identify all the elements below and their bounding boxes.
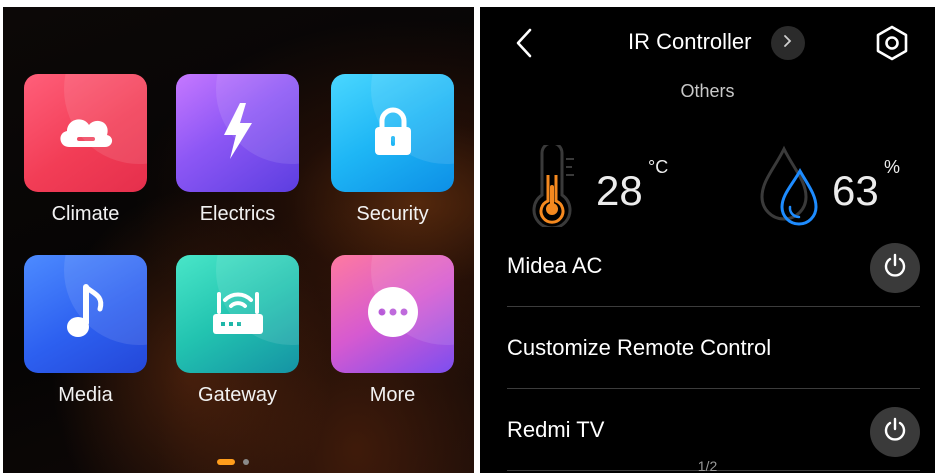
app-tile-gateway[interactable]: Gateway — [176, 255, 299, 407]
ir-controller-screen: IR Controller Others 28 °C 63 % Midea AC… — [480, 7, 935, 473]
security-app-icon[interactable] — [331, 74, 454, 192]
page-dot-active[interactable] — [217, 459, 235, 465]
water-drop-icon — [760, 145, 822, 234]
music-note-icon — [66, 283, 106, 346]
chevron-right-icon — [782, 34, 794, 53]
page-indicator: 1/2 — [697, 458, 718, 473]
app-label-more: More — [369, 384, 416, 406]
router-icon — [211, 286, 265, 343]
device-row-midea-ac[interactable]: Midea AC — [507, 225, 920, 307]
power-button[interactable] — [870, 407, 920, 457]
more-app-icon[interactable] — [331, 255, 454, 373]
gateway-app-icon[interactable] — [176, 255, 299, 373]
title-expand-button[interactable] — [771, 26, 805, 60]
temperature-value: 28 — [596, 167, 643, 214]
thermometer-icon — [528, 141, 580, 232]
humidity-value: 63 — [832, 167, 879, 214]
app-tile-security[interactable]: Security — [331, 74, 454, 226]
home-screen: Climate Electrics Security Media Gateway… — [3, 7, 474, 473]
electrics-app-icon[interactable] — [176, 74, 299, 192]
power-icon — [882, 253, 908, 284]
device-name: Midea AC — [507, 253, 603, 278]
room-subtitle: Others — [680, 81, 735, 101]
app-tile-climate[interactable]: Climate — [24, 74, 147, 226]
page-title: IR Controller — [628, 29, 752, 54]
device-name: Customize Remote Control — [507, 335, 772, 360]
settings-button[interactable] — [873, 24, 911, 62]
cloud-icon — [55, 109, 117, 158]
app-label-gateway: Gateway — [198, 384, 277, 406]
back-button[interactable] — [510, 27, 540, 59]
more-dots-icon — [367, 286, 419, 343]
app-label-security: Security — [356, 203, 429, 225]
page-dot[interactable] — [243, 459, 249, 465]
lightning-icon — [218, 101, 258, 166]
chevron-left-icon — [510, 28, 540, 63]
power-icon — [882, 417, 908, 448]
app-tile-electrics[interactable]: Electrics — [176, 74, 299, 226]
app-label-climate: Climate — [51, 203, 120, 225]
app-label-media: Media — [58, 384, 113, 406]
media-app-icon[interactable] — [24, 255, 147, 373]
gear-icon — [873, 25, 911, 66]
temperature-unit: °C — [648, 157, 669, 177]
header: IR Controller — [480, 7, 935, 77]
page-dots — [217, 459, 249, 465]
device-row-customize-remote[interactable]: Customize Remote Control — [507, 307, 920, 389]
app-label-electrics: Electrics — [199, 203, 276, 225]
app-tile-more[interactable]: More — [331, 255, 454, 407]
power-button[interactable] — [870, 243, 920, 293]
app-tile-media[interactable]: Media — [24, 255, 147, 407]
lock-icon — [371, 105, 415, 162]
humidity-unit: % — [884, 157, 901, 177]
climate-app-icon[interactable] — [24, 74, 147, 192]
device-name: Redmi TV — [507, 417, 605, 442]
